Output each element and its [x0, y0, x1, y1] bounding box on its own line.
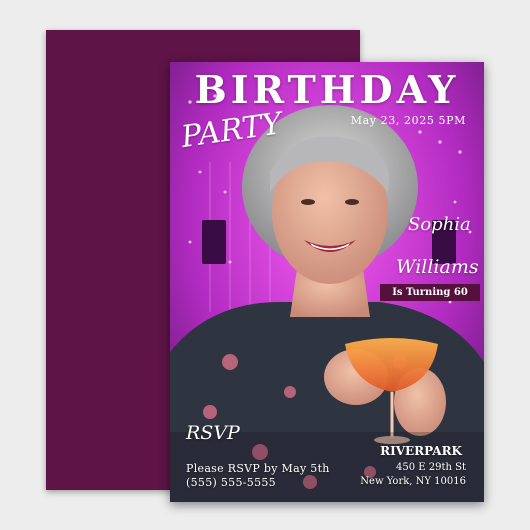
rsvp-deadline: Please RSVP by May 5th — [186, 462, 330, 475]
last-name: Williams — [396, 256, 479, 278]
venue-name: RIVERPARK — [380, 444, 462, 458]
event-date: May 23, 2025 5PM — [350, 114, 466, 127]
venue-address-line1: 450 E 29th St — [396, 462, 466, 473]
venue-address-line2: New York, NY 10016 — [360, 476, 466, 487]
rsvp-heading: RSVP — [186, 422, 240, 444]
invitation-card: BIRTHDAY May 23, 2025 5PM PARTY Sophia W… — [170, 62, 484, 502]
rsvp-phone: (555) 555-5555 — [186, 476, 276, 489]
birthday-title: BIRTHDAY — [194, 67, 460, 112]
first-name: Sophia — [408, 214, 471, 235]
turning-age-band: Is Turning 60 — [380, 284, 480, 301]
